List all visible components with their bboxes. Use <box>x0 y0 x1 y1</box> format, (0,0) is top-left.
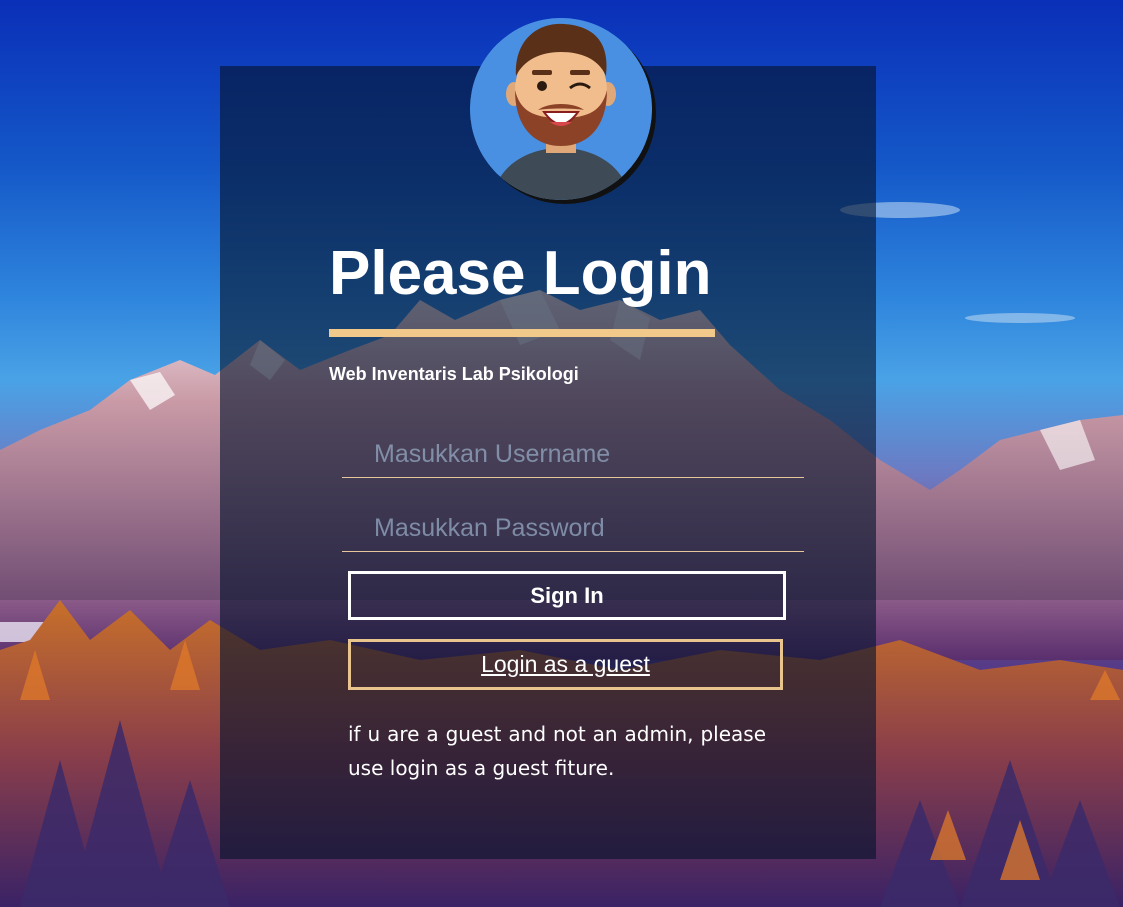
password-input[interactable] <box>372 507 796 549</box>
login-as-guest-link[interactable]: Login as a guest <box>348 639 783 690</box>
guest-note: if u are a guest and not an admin, pleas… <box>348 722 766 780</box>
password-field <box>342 501 804 552</box>
sign-in-button[interactable]: Sign In <box>348 571 786 620</box>
username-field <box>342 427 804 478</box>
app-subtitle: Web Inventaris Lab Psikologi <box>329 364 579 384</box>
page-title: Please Login <box>329 239 712 308</box>
title-underline <box>329 329 715 337</box>
username-input[interactable] <box>372 433 796 475</box>
winking-man-avatar-icon <box>470 18 652 200</box>
